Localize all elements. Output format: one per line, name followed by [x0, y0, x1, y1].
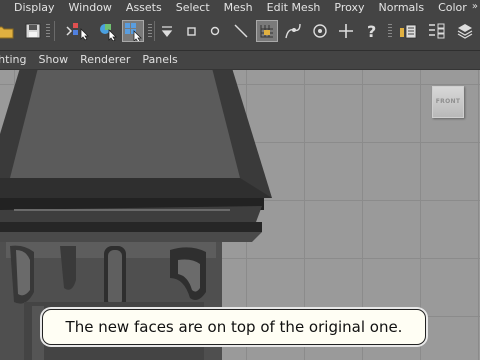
input-output-icon[interactable] — [426, 20, 448, 42]
toolbar-grip[interactable] — [148, 24, 152, 38]
menu-proxy[interactable]: Proxy — [327, 0, 371, 15]
snap-to-curve-icon[interactable] — [282, 20, 304, 42]
menu-display[interactable]: Display — [0, 0, 62, 15]
caption-text: The new faces are on top of the original… — [65, 318, 403, 336]
menu-select[interactable]: Select — [169, 0, 217, 15]
select-by-hierarchy-icon[interactable] — [70, 20, 92, 42]
toolbar-grip[interactable] — [46, 24, 50, 38]
select-by-object-icon[interactable] — [97, 20, 119, 42]
menu-edit-mesh[interactable]: Edit Mesh — [260, 0, 328, 15]
edge-mode-icon[interactable] — [180, 20, 202, 42]
snap-to-view-plane-icon[interactable] — [335, 20, 357, 42]
render-icon[interactable] — [454, 20, 476, 42]
menubar-overflow-icon[interactable]: » — [472, 0, 478, 13]
history-icon[interactable] — [398, 20, 420, 42]
select-by-component-icon[interactable] — [122, 20, 144, 42]
make-live-icon[interactable]: ? — [361, 20, 383, 42]
menu-assets[interactable]: Assets — [119, 0, 169, 15]
save-scene-icon[interactable] — [22, 20, 44, 42]
open-scene-icon[interactable] — [0, 20, 16, 42]
toolbar-separator — [54, 21, 55, 41]
panel-menu-panels[interactable]: Panels — [136, 51, 183, 69]
uv-mode-icon[interactable] — [230, 20, 252, 42]
menu-window[interactable]: Window — [62, 0, 119, 15]
viewport-front[interactable]: FRONT The new faces are on top of the or… — [0, 70, 480, 360]
svg-text:?: ? — [367, 22, 376, 40]
snap-to-point-icon[interactable] — [309, 20, 331, 42]
snap-to-grid-icon[interactable] — [256, 20, 278, 42]
tutorial-caption: The new faces are on top of the original… — [42, 309, 426, 345]
face-mode-icon[interactable] — [204, 20, 226, 42]
status-line-toolbar: ? — [0, 15, 480, 51]
panel-menu-show[interactable]: Show — [32, 51, 74, 69]
panel-menubar: Lighting Show Renderer Panels — [0, 51, 480, 70]
menu-mesh[interactable]: Mesh — [217, 0, 260, 15]
panel-menu-renderer[interactable]: Renderer — [74, 51, 136, 69]
view-cube[interactable]: FRONT — [432, 86, 464, 118]
menu-color[interactable]: Color — [431, 0, 474, 15]
menu-normals[interactable]: Normals — [372, 0, 432, 15]
vertex-mode-icon[interactable] — [156, 20, 178, 42]
main-menubar: Display Window Assets Select Mesh Edit M… — [0, 0, 480, 15]
panel-menu-lighting[interactable]: Lighting — [0, 51, 32, 69]
toolbar-grip[interactable] — [388, 24, 392, 38]
toolbar-separator — [154, 21, 155, 41]
